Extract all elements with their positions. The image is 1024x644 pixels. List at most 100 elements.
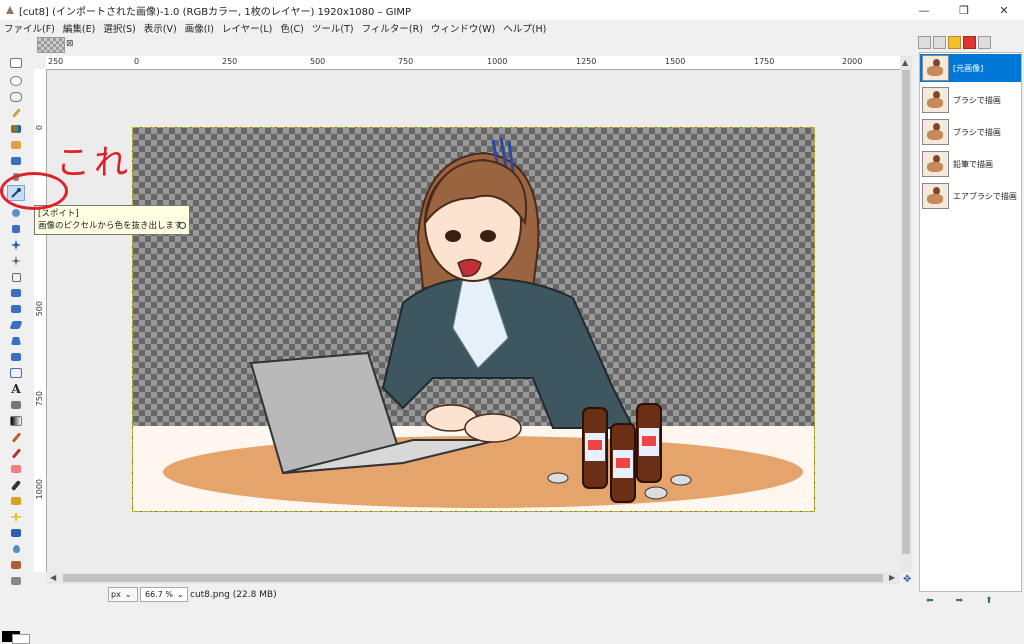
ruler-label: 750 [35,391,44,407]
horizontal-ruler[interactable]: 250 0 250 500 750 1000 1250 1500 1750 20… [46,56,900,70]
ruler-label: 2000 [842,57,863,66]
horizontal-scrollbar[interactable]: ◀ ▶ [47,572,900,584]
layer-thumbnail [922,119,949,145]
toolbox: A [0,36,32,644]
color-picker-tooltip: [スポイト] 画像のピクセルから色を抜き出します [34,205,190,235]
layer-item[interactable]: ブラシで描画 [920,118,1021,146]
illustration-office-worker [249,137,692,503]
align-tool-icon[interactable] [8,254,24,268]
menu-tools[interactable]: ツール(T) [308,21,358,35]
layer-list[interactable]: [元画像] ブラシで描画 ブラシで描画 鉛筆で描画 エアブラシで描画 [919,52,1022,592]
measure-tool-icon[interactable] [8,222,24,236]
save-history-icon[interactable]: ⬆ [985,596,993,606]
dodge-burn-tool-icon[interactable] [8,574,24,588]
paintbrush-tool-icon[interactable] [8,446,24,460]
ink-tool-icon[interactable] [8,494,24,508]
layer-item[interactable]: ブラシで描画 [920,86,1021,114]
layer-item[interactable]: [元画像] [920,54,1021,82]
tab-close-icon[interactable]: ⊠ [66,39,74,49]
flip-tool-icon[interactable] [8,350,24,364]
move-tool-icon[interactable] [8,238,24,252]
perspective-tool-icon[interactable] [8,334,24,348]
menu-filters[interactable]: フィルター(R) [358,21,427,35]
shear-tool-icon[interactable] [8,318,24,332]
file-info: cut8.png (22.8 MB) [190,590,277,600]
dock-actions: ⬅ ➡ ⬆ [926,596,993,606]
close-button[interactable]: ✕ [984,0,1024,20]
menu-edit[interactable]: 編集(E) [59,21,99,35]
ruler-label: 500 [35,301,44,317]
vertical-scroll-thumb[interactable] [902,70,910,554]
image-layer-boundary[interactable] [132,127,815,512]
paths-tab-icon[interactable] [963,36,976,49]
navigate-icon[interactable]: ✥ [903,574,911,585]
zoom-select[interactable]: 66.7 % ⌄ [140,587,188,602]
bucket-fill-tool-icon[interactable] [8,398,24,412]
channels-tab-icon[interactable] [933,36,946,49]
rect-select-tool-icon[interactable] [8,56,24,70]
ellipse-select-tool-icon[interactable] [8,74,24,88]
title-bar: [cut8] (インポートされた画像)-1.0 (RGBカラー, 1枚のレイヤー… [0,0,1024,20]
heal-tool-icon[interactable] [8,510,24,524]
layers-tab-icon[interactable] [918,36,931,49]
ruler-label: 500 [310,57,326,66]
ruler-label: 250 [222,57,238,66]
menu-colors[interactable]: 色(C) [276,21,308,35]
crop-tool-icon[interactable] [8,270,24,284]
image-canvas[interactable] [47,70,900,572]
image-tab-thumbnail[interactable] [37,37,65,53]
window-title: [cut8] (インポートされた画像)-1.0 (RGBカラー, 1枚のレイヤー… [19,6,412,18]
menu-select[interactable]: 選択(S) [99,21,139,35]
ruler-label: 1000 [487,57,508,66]
scroll-left-icon[interactable]: ◀ [50,573,56,582]
ruler-label: 250 [48,57,64,66]
menu-view[interactable]: 表示(V) [140,21,181,35]
menu-image[interactable]: 画像(I) [181,21,218,35]
airbrush-tool-icon[interactable] [8,478,24,492]
redo-arrow-icon[interactable]: ➡ [956,596,964,606]
vertical-scrollbar[interactable]: ▲ [900,56,912,572]
menu-windows[interactable]: ウィンドウ(W) [427,21,499,35]
ruler-label: 0 [35,125,44,131]
undo-arrow-icon[interactable]: ⬅ [926,596,934,606]
text-tool-icon[interactable]: A [8,382,24,396]
scroll-right-icon[interactable]: ▶ [889,573,895,582]
ruler-label: 1500 [665,57,686,66]
menu-layer[interactable]: レイヤー(L) [218,21,276,35]
foreground-select-tool-icon[interactable] [8,154,24,168]
scissors-tool-icon[interactable] [8,138,24,152]
clone-tool-icon[interactable] [8,526,24,540]
undo-history-tab-icon[interactable] [948,36,961,49]
smudge-tool-icon[interactable] [8,558,24,572]
minimize-button[interactable]: — [904,0,944,20]
tooltip-title: [スポイト] [38,209,79,219]
layer-item[interactable]: エアブラシで描画 [920,182,1021,210]
eraser-tool-icon[interactable] [8,462,24,476]
brushes-tab-icon[interactable] [978,36,991,49]
cage-transform-tool-icon[interactable] [8,366,24,380]
restore-button[interactable]: ❐ [944,0,984,20]
menu-file[interactable]: ファイル(F) [0,21,59,35]
blur-tool-icon[interactable] [8,542,24,556]
ruler-label: 750 [398,57,414,66]
background-color-swatch[interactable] [12,634,30,644]
scroll-up-icon[interactable]: ▲ [902,58,908,67]
ruler-label: 1250 [576,57,597,66]
unit-select[interactable]: px ⌄ [108,587,138,602]
select-by-color-tool-icon[interactable] [8,122,24,136]
tooltip-description: 画像のピクセルから色を抜き出します [38,221,183,231]
scale-tool-icon[interactable] [8,302,24,316]
layer-item[interactable]: 鉛筆で描画 [920,150,1021,178]
menu-help[interactable]: ヘルプ(H) [499,21,550,35]
chevron-down-icon: ⌄ [124,590,132,599]
blend-tool-icon[interactable] [8,414,24,428]
horizontal-scroll-thumb[interactable] [63,574,883,582]
lasso-tool-icon[interactable] [8,90,24,104]
fuzzy-select-tool-icon[interactable] [8,106,24,120]
vertical-ruler[interactable]: 0 250 500 750 1000 [34,69,47,572]
ruler-label: 0 [134,57,140,66]
window-controls: — ❐ ✕ [904,0,1024,20]
layer-thumbnail [922,183,949,209]
rotate-tool-icon[interactable] [8,286,24,300]
pencil-tool-icon[interactable] [8,430,24,444]
